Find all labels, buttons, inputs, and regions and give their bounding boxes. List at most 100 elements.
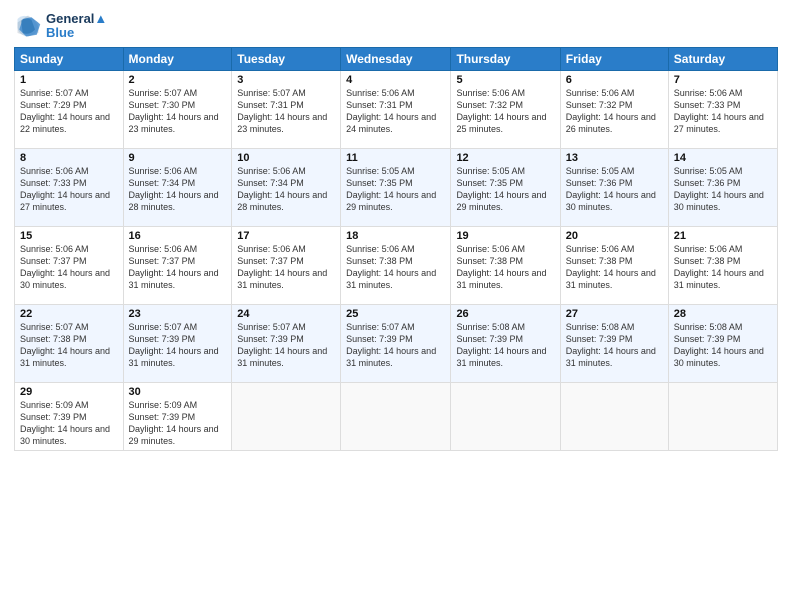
day-number: 27 — [566, 308, 663, 320]
day-info: Sunrise: 5:06 AMSunset: 7:32 PMDaylight:… — [566, 87, 663, 136]
day-number: 11 — [346, 152, 445, 164]
calendar-cell: 9Sunrise: 5:06 AMSunset: 7:34 PMDaylight… — [123, 148, 232, 226]
calendar-cell: 10Sunrise: 5:06 AMSunset: 7:34 PMDayligh… — [232, 148, 341, 226]
calendar-cell: 21Sunrise: 5:06 AMSunset: 7:38 PMDayligh… — [668, 226, 777, 304]
day-info: Sunrise: 5:07 AMSunset: 7:38 PMDaylight:… — [20, 321, 118, 370]
week-row-1: 1Sunrise: 5:07 AMSunset: 7:29 PMDaylight… — [15, 70, 778, 148]
calendar-cell — [341, 382, 451, 451]
calendar-cell: 20Sunrise: 5:06 AMSunset: 7:38 PMDayligh… — [560, 226, 668, 304]
day-number: 18 — [346, 230, 445, 242]
calendar-cell: 29Sunrise: 5:09 AMSunset: 7:39 PMDayligh… — [15, 382, 124, 451]
calendar-cell: 6Sunrise: 5:06 AMSunset: 7:32 PMDaylight… — [560, 70, 668, 148]
day-info: Sunrise: 5:07 AMSunset: 7:39 PMDaylight:… — [346, 321, 445, 370]
calendar-table: SundayMondayTuesdayWednesdayThursdayFrid… — [14, 47, 778, 452]
day-info: Sunrise: 5:07 AMSunset: 7:31 PMDaylight:… — [237, 87, 335, 136]
day-number: 1 — [20, 74, 118, 86]
day-info: Sunrise: 5:05 AMSunset: 7:36 PMDaylight:… — [566, 165, 663, 214]
day-info: Sunrise: 5:06 AMSunset: 7:37 PMDaylight:… — [20, 243, 118, 292]
day-number: 26 — [456, 308, 554, 320]
day-info: Sunrise: 5:09 AMSunset: 7:39 PMDaylight:… — [129, 399, 227, 448]
day-info: Sunrise: 5:08 AMSunset: 7:39 PMDaylight:… — [674, 321, 772, 370]
calendar-cell: 18Sunrise: 5:06 AMSunset: 7:38 PMDayligh… — [341, 226, 451, 304]
day-info: Sunrise: 5:06 AMSunset: 7:38 PMDaylight:… — [456, 243, 554, 292]
week-row-3: 15Sunrise: 5:06 AMSunset: 7:37 PMDayligh… — [15, 226, 778, 304]
day-info: Sunrise: 5:06 AMSunset: 7:38 PMDaylight:… — [674, 243, 772, 292]
day-info: Sunrise: 5:07 AMSunset: 7:39 PMDaylight:… — [129, 321, 227, 370]
col-header-tuesday: Tuesday — [232, 47, 341, 70]
day-number: 20 — [566, 230, 663, 242]
day-number: 29 — [20, 386, 118, 398]
calendar-cell: 17Sunrise: 5:06 AMSunset: 7:37 PMDayligh… — [232, 226, 341, 304]
day-number: 6 — [566, 74, 663, 86]
day-info: Sunrise: 5:09 AMSunset: 7:39 PMDaylight:… — [20, 399, 118, 448]
day-info: Sunrise: 5:06 AMSunset: 7:37 PMDaylight:… — [237, 243, 335, 292]
day-info: Sunrise: 5:07 AMSunset: 7:30 PMDaylight:… — [129, 87, 227, 136]
col-header-friday: Friday — [560, 47, 668, 70]
day-info: Sunrise: 5:06 AMSunset: 7:33 PMDaylight:… — [674, 87, 772, 136]
day-number: 14 — [674, 152, 772, 164]
col-header-saturday: Saturday — [668, 47, 777, 70]
day-number: 25 — [346, 308, 445, 320]
calendar-cell: 16Sunrise: 5:06 AMSunset: 7:37 PMDayligh… — [123, 226, 232, 304]
calendar-cell: 11Sunrise: 5:05 AMSunset: 7:35 PMDayligh… — [341, 148, 451, 226]
calendar-cell: 19Sunrise: 5:06 AMSunset: 7:38 PMDayligh… — [451, 226, 560, 304]
col-header-wednesday: Wednesday — [341, 47, 451, 70]
week-row-4: 22Sunrise: 5:07 AMSunset: 7:38 PMDayligh… — [15, 304, 778, 382]
calendar-cell: 27Sunrise: 5:08 AMSunset: 7:39 PMDayligh… — [560, 304, 668, 382]
calendar-cell: 2Sunrise: 5:07 AMSunset: 7:30 PMDaylight… — [123, 70, 232, 148]
day-info: Sunrise: 5:06 AMSunset: 7:37 PMDaylight:… — [129, 243, 227, 292]
day-number: 12 — [456, 152, 554, 164]
calendar-cell: 25Sunrise: 5:07 AMSunset: 7:39 PMDayligh… — [341, 304, 451, 382]
calendar-cell: 3Sunrise: 5:07 AMSunset: 7:31 PMDaylight… — [232, 70, 341, 148]
day-info: Sunrise: 5:06 AMSunset: 7:33 PMDaylight:… — [20, 165, 118, 214]
calendar-cell: 8Sunrise: 5:06 AMSunset: 7:33 PMDaylight… — [15, 148, 124, 226]
page: General▲ Blue SundayMondayTuesdayWednesd… — [0, 0, 792, 612]
day-number: 17 — [237, 230, 335, 242]
day-number: 4 — [346, 74, 445, 86]
calendar-cell: 24Sunrise: 5:07 AMSunset: 7:39 PMDayligh… — [232, 304, 341, 382]
calendar-cell: 15Sunrise: 5:06 AMSunset: 7:37 PMDayligh… — [15, 226, 124, 304]
day-number: 24 — [237, 308, 335, 320]
day-number: 16 — [129, 230, 227, 242]
day-number: 28 — [674, 308, 772, 320]
day-number: 19 — [456, 230, 554, 242]
calendar-cell: 30Sunrise: 5:09 AMSunset: 7:39 PMDayligh… — [123, 382, 232, 451]
week-row-2: 8Sunrise: 5:06 AMSunset: 7:33 PMDaylight… — [15, 148, 778, 226]
col-header-monday: Monday — [123, 47, 232, 70]
day-info: Sunrise: 5:05 AMSunset: 7:36 PMDaylight:… — [674, 165, 772, 214]
day-info: Sunrise: 5:07 AMSunset: 7:39 PMDaylight:… — [237, 321, 335, 370]
day-number: 23 — [129, 308, 227, 320]
day-number: 5 — [456, 74, 554, 86]
day-info: Sunrise: 5:06 AMSunset: 7:38 PMDaylight:… — [566, 243, 663, 292]
logo-icon — [14, 12, 42, 40]
day-info: Sunrise: 5:08 AMSunset: 7:39 PMDaylight:… — [456, 321, 554, 370]
calendar-cell: 7Sunrise: 5:06 AMSunset: 7:33 PMDaylight… — [668, 70, 777, 148]
day-info: Sunrise: 5:06 AMSunset: 7:34 PMDaylight:… — [129, 165, 227, 214]
calendar-cell: 14Sunrise: 5:05 AMSunset: 7:36 PMDayligh… — [668, 148, 777, 226]
calendar-cell: 22Sunrise: 5:07 AMSunset: 7:38 PMDayligh… — [15, 304, 124, 382]
day-info: Sunrise: 5:06 AMSunset: 7:31 PMDaylight:… — [346, 87, 445, 136]
day-number: 2 — [129, 74, 227, 86]
day-number: 8 — [20, 152, 118, 164]
header-row: SundayMondayTuesdayWednesdayThursdayFrid… — [15, 47, 778, 70]
calendar-cell: 26Sunrise: 5:08 AMSunset: 7:39 PMDayligh… — [451, 304, 560, 382]
day-number: 30 — [129, 386, 227, 398]
logo: General▲ Blue — [14, 12, 107, 41]
day-info: Sunrise: 5:06 AMSunset: 7:32 PMDaylight:… — [456, 87, 554, 136]
day-number: 10 — [237, 152, 335, 164]
header: General▲ Blue — [14, 12, 778, 41]
day-info: Sunrise: 5:08 AMSunset: 7:39 PMDaylight:… — [566, 321, 663, 370]
calendar-cell: 28Sunrise: 5:08 AMSunset: 7:39 PMDayligh… — [668, 304, 777, 382]
logo-text: General▲ Blue — [46, 12, 107, 41]
calendar-cell: 5Sunrise: 5:06 AMSunset: 7:32 PMDaylight… — [451, 70, 560, 148]
day-number: 3 — [237, 74, 335, 86]
day-info: Sunrise: 5:06 AMSunset: 7:34 PMDaylight:… — [237, 165, 335, 214]
day-number: 21 — [674, 230, 772, 242]
calendar-cell: 13Sunrise: 5:05 AMSunset: 7:36 PMDayligh… — [560, 148, 668, 226]
col-header-thursday: Thursday — [451, 47, 560, 70]
day-number: 9 — [129, 152, 227, 164]
day-number: 22 — [20, 308, 118, 320]
calendar-cell: 4Sunrise: 5:06 AMSunset: 7:31 PMDaylight… — [341, 70, 451, 148]
day-info: Sunrise: 5:06 AMSunset: 7:38 PMDaylight:… — [346, 243, 445, 292]
calendar-cell: 23Sunrise: 5:07 AMSunset: 7:39 PMDayligh… — [123, 304, 232, 382]
